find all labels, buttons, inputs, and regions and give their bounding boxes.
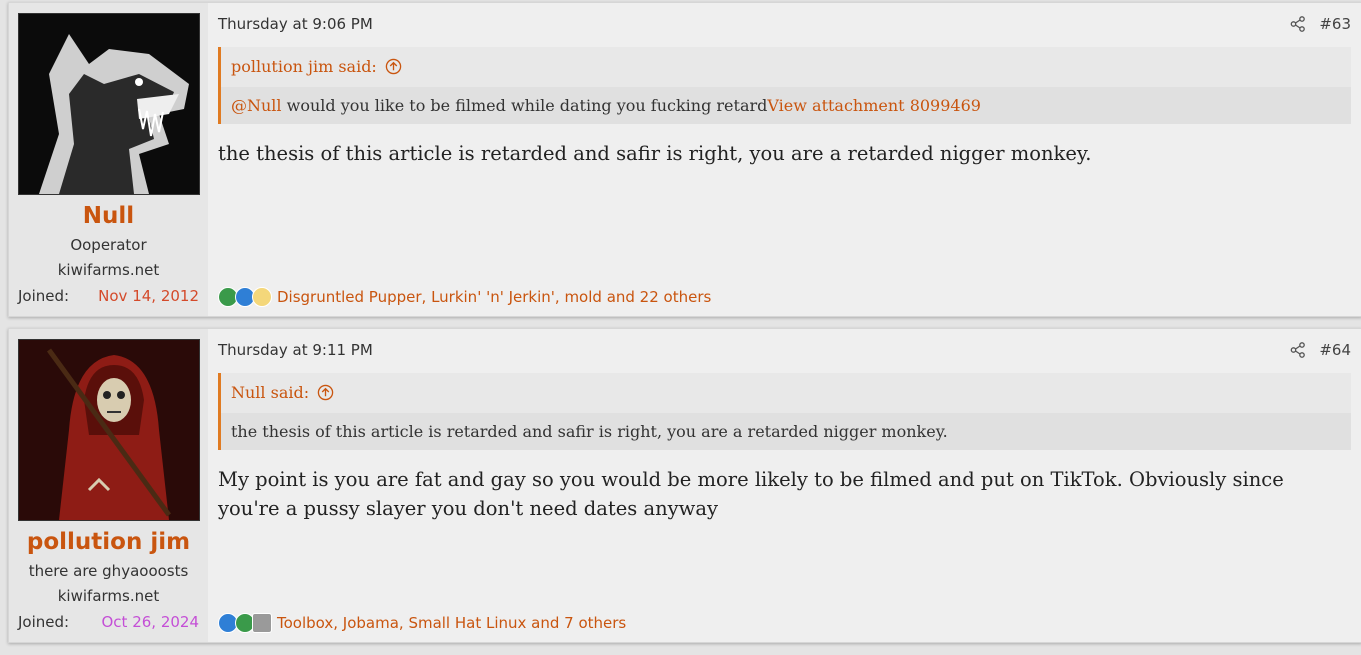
quote-body: @Null would you like to be filmed while … [221, 87, 1351, 124]
user-title: there are ghyaooosts [28, 562, 189, 580]
joined-date: Oct 26, 2024 [101, 613, 200, 631]
joined-label: Joined: [18, 613, 70, 631]
quote-header[interactable]: Null said: [221, 373, 1351, 413]
user-banner: kiwifarms.net [57, 261, 160, 279]
username[interactable]: pollution jim [9, 529, 208, 555]
mention-link[interactable]: @Null [231, 96, 282, 115]
grey-reaction-icon [252, 613, 272, 633]
reactions-bar[interactable]: Toolbox, Jobama, Small Hat Linux and 7 o… [218, 613, 626, 633]
user-panel: pollution jim there are ghyaooosts kiwif… [9, 329, 208, 642]
reactions-bar[interactable]: Disgruntled Pupper, Lurkin' 'n' Jerkin',… [218, 287, 711, 307]
moon-reaction-icon [252, 287, 272, 307]
joined-date: Nov 14, 2012 [98, 287, 199, 305]
reaction-users[interactable]: Disgruntled Pupper, Lurkin' 'n' Jerkin',… [277, 288, 711, 306]
quote-header[interactable]: pollution jim said: [221, 47, 1351, 87]
wolf-avatar-icon [19, 14, 199, 194]
quote-author[interactable]: Null said: [231, 383, 309, 402]
post-message: My point is you are fat and gay so you w… [218, 468, 1284, 520]
post-63: Null Ooperator kiwifarms.net Joined: Nov… [8, 2, 1361, 317]
share-icon[interactable] [1290, 342, 1306, 358]
quote-text: would you like to be filmed while dating… [281, 96, 768, 115]
post-message: the thesis of this article is retarded a… [218, 142, 1092, 165]
jump-up-icon[interactable] [317, 384, 334, 401]
post-main: Thursday at 9:06 PM #63 pollution jim sa… [208, 3, 1361, 316]
joined-label: Joined: [18, 287, 70, 305]
username[interactable]: Null [9, 203, 208, 229]
reaper-avatar-icon [19, 340, 199, 520]
jump-up-icon[interactable] [385, 58, 402, 75]
post-timestamp[interactable]: Thursday at 9:06 PM [218, 15, 373, 33]
user-panel: Null Ooperator kiwifarms.net Joined: Nov… [9, 3, 208, 316]
avatar[interactable] [18, 339, 200, 521]
post-number[interactable]: #64 [1319, 341, 1351, 359]
quote-block: pollution jim said: @Null would you like… [218, 47, 1351, 124]
reaction-icons [218, 287, 272, 307]
post-number[interactable]: #63 [1319, 15, 1351, 33]
quote-body: the thesis of this article is retarded a… [221, 413, 1351, 450]
share-icon[interactable] [1290, 16, 1306, 32]
post-timestamp[interactable]: Thursday at 9:11 PM [218, 341, 373, 359]
user-title: Ooperator [70, 236, 147, 254]
avatar[interactable] [18, 13, 200, 195]
quote-text: the thesis of this article is retarded a… [231, 422, 948, 441]
user-banner: kiwifarms.net [57, 587, 160, 605]
attachment-link[interactable]: View attachment 8099469 [767, 96, 981, 115]
reaction-icons [218, 613, 272, 633]
quote-block: Null said: the thesis of this article is… [218, 373, 1351, 450]
reaction-users[interactable]: Toolbox, Jobama, Small Hat Linux and 7 o… [277, 614, 626, 632]
post-main: Thursday at 9:11 PM #64 Null said: the t… [208, 329, 1361, 642]
quote-author[interactable]: pollution jim said: [231, 57, 377, 76]
post-64: pollution jim there are ghyaooosts kiwif… [8, 328, 1361, 643]
